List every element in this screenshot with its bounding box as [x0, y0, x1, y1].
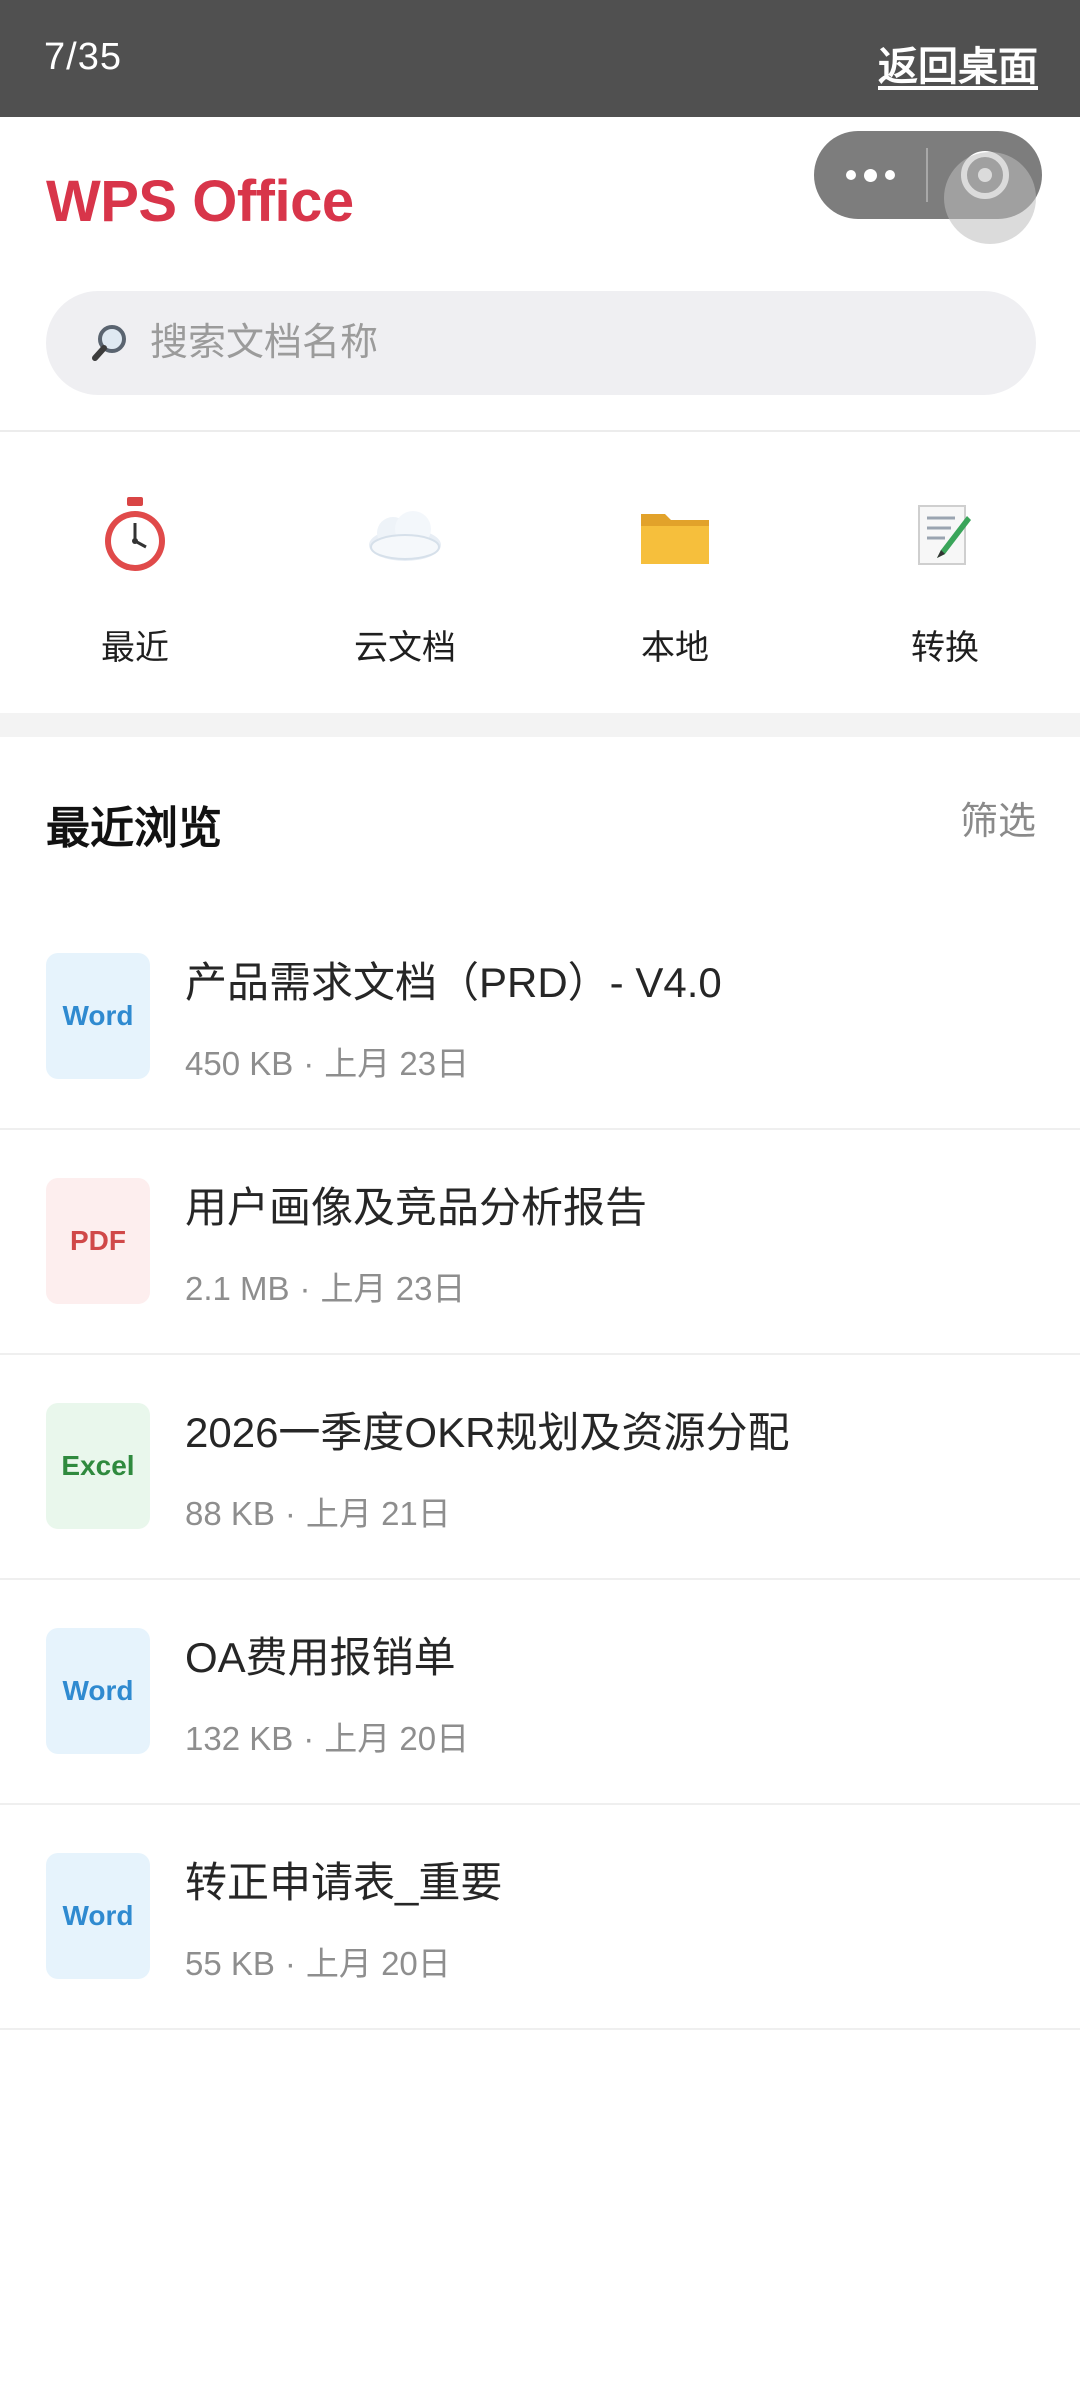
- search-input[interactable]: [148, 320, 972, 366]
- file-list-item[interactable]: Word 转正申请表_重要 55 KB · 上月 20日: [0, 1805, 1080, 2030]
- file-name: 用户画像及竞品分析报告: [185, 1184, 648, 1231]
- header-divider: [0, 430, 1080, 432]
- quick-entry-cloud[interactable]: 云文档: [270, 470, 540, 690]
- meta-separator: ·: [284, 1945, 296, 1982]
- recent-section-title: 最近浏览: [46, 804, 222, 853]
- file-date: 上月 23日: [324, 1045, 470, 1082]
- file-meta: 88 KB · 上月 21日: [185, 1487, 451, 1535]
- meta-separator: ·: [303, 1045, 315, 1082]
- folder-icon: [630, 490, 720, 580]
- search-bar[interactable]: [46, 291, 1036, 395]
- file-meta: 132 KB · 上月 20日: [185, 1712, 469, 1760]
- file-size: 55 KB: [185, 1945, 275, 1982]
- file-date: 上月 20日: [305, 1945, 451, 1982]
- file-date: 上月 20日: [324, 1720, 470, 1757]
- file-size: 132 KB: [185, 1720, 294, 1757]
- file-list-item[interactable]: Word 产品需求文档（PRD）- V4.0 450 KB · 上月 23日: [0, 905, 1080, 1130]
- filter-button[interactable]: 筛选: [960, 790, 1036, 845]
- quick-entry-label: 云文档: [354, 629, 456, 667]
- back-to-desktop-link[interactable]: 返回桌面: [878, 34, 1038, 92]
- file-date: 上月 23日: [320, 1270, 466, 1307]
- more-dots-icon[interactable]: [814, 131, 926, 219]
- recent-file-list: Word 产品需求文档（PRD）- V4.0 450 KB · 上月 23日 PDF…: [0, 905, 1080, 2030]
- quick-entry-row: 最近 云文档 本地 转换: [0, 470, 1080, 690]
- search-icon: [90, 321, 134, 365]
- file-name: 转正申请表_重要: [185, 1859, 503, 1906]
- file-list-item[interactable]: Excel 2026一季度OKR规划及资源分配 88 KB · 上月 21日: [0, 1355, 1080, 1580]
- file-meta: 2.1 MB · 上月 23日: [185, 1262, 465, 1310]
- file-size: 450 KB: [185, 1045, 294, 1082]
- file-meta: 450 KB · 上月 23日: [185, 1037, 469, 1085]
- excel-file-icon: Excel: [46, 1403, 150, 1529]
- quick-entry-convert[interactable]: 转换: [810, 470, 1080, 690]
- section-divider: [0, 713, 1080, 737]
- touch-indicator: [944, 152, 1036, 244]
- file-name: 2026一季度OKR规划及资源分配: [185, 1409, 790, 1456]
- page-counter: 7/35: [44, 36, 122, 78]
- quick-entry-local[interactable]: 本地: [540, 470, 810, 690]
- word-file-icon: Word: [46, 1628, 150, 1754]
- file-size: 2.1 MB: [185, 1270, 290, 1307]
- app-title: WPS Office: [46, 169, 354, 234]
- top-status-bar: 7/35 返回桌面: [0, 0, 1080, 117]
- stopwatch-icon: [90, 490, 180, 580]
- quick-entry-label: 本地: [641, 629, 709, 667]
- file-list-item[interactable]: PDF 用户画像及竞品分析报告 2.1 MB · 上月 23日: [0, 1130, 1080, 1355]
- file-date: 上月 21日: [305, 1495, 451, 1532]
- quick-entry-recent[interactable]: 最近: [0, 470, 270, 690]
- meta-separator: ·: [303, 1720, 315, 1757]
- meta-separator: ·: [284, 1495, 296, 1532]
- file-name: 产品需求文档（PRD）- V4.0: [185, 959, 722, 1006]
- pdf-file-icon: PDF: [46, 1178, 150, 1304]
- word-file-icon: Word: [46, 1853, 150, 1979]
- file-list-item[interactable]: Word OA费用报销单 132 KB · 上月 20日: [0, 1580, 1080, 1805]
- memo-pencil-icon: [900, 490, 990, 580]
- word-file-icon: Word: [46, 953, 150, 1079]
- cloud-icon: [360, 490, 450, 580]
- quick-entry-label: 转换: [911, 629, 979, 667]
- file-name: OA费用报销单: [185, 1634, 456, 1681]
- meta-separator: ·: [299, 1270, 311, 1307]
- file-size: 88 KB: [185, 1495, 275, 1532]
- file-meta: 55 KB · 上月 20日: [185, 1937, 451, 1985]
- quick-entry-label: 最近: [101, 629, 169, 667]
